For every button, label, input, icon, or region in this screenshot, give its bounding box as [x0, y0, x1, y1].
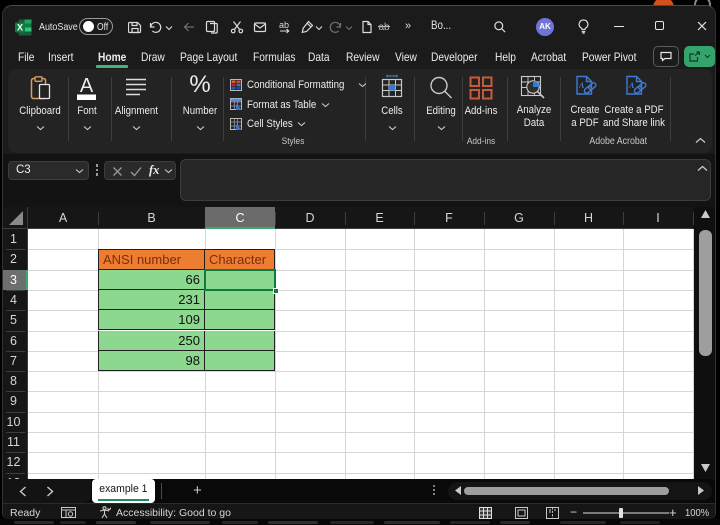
svg-text:A: A [628, 81, 635, 90]
svg-text:ab: ab [379, 22, 391, 33]
svg-text:A: A [80, 75, 94, 97]
svg-text:A: A [578, 81, 585, 90]
svg-text:ab: ab [279, 20, 289, 30]
